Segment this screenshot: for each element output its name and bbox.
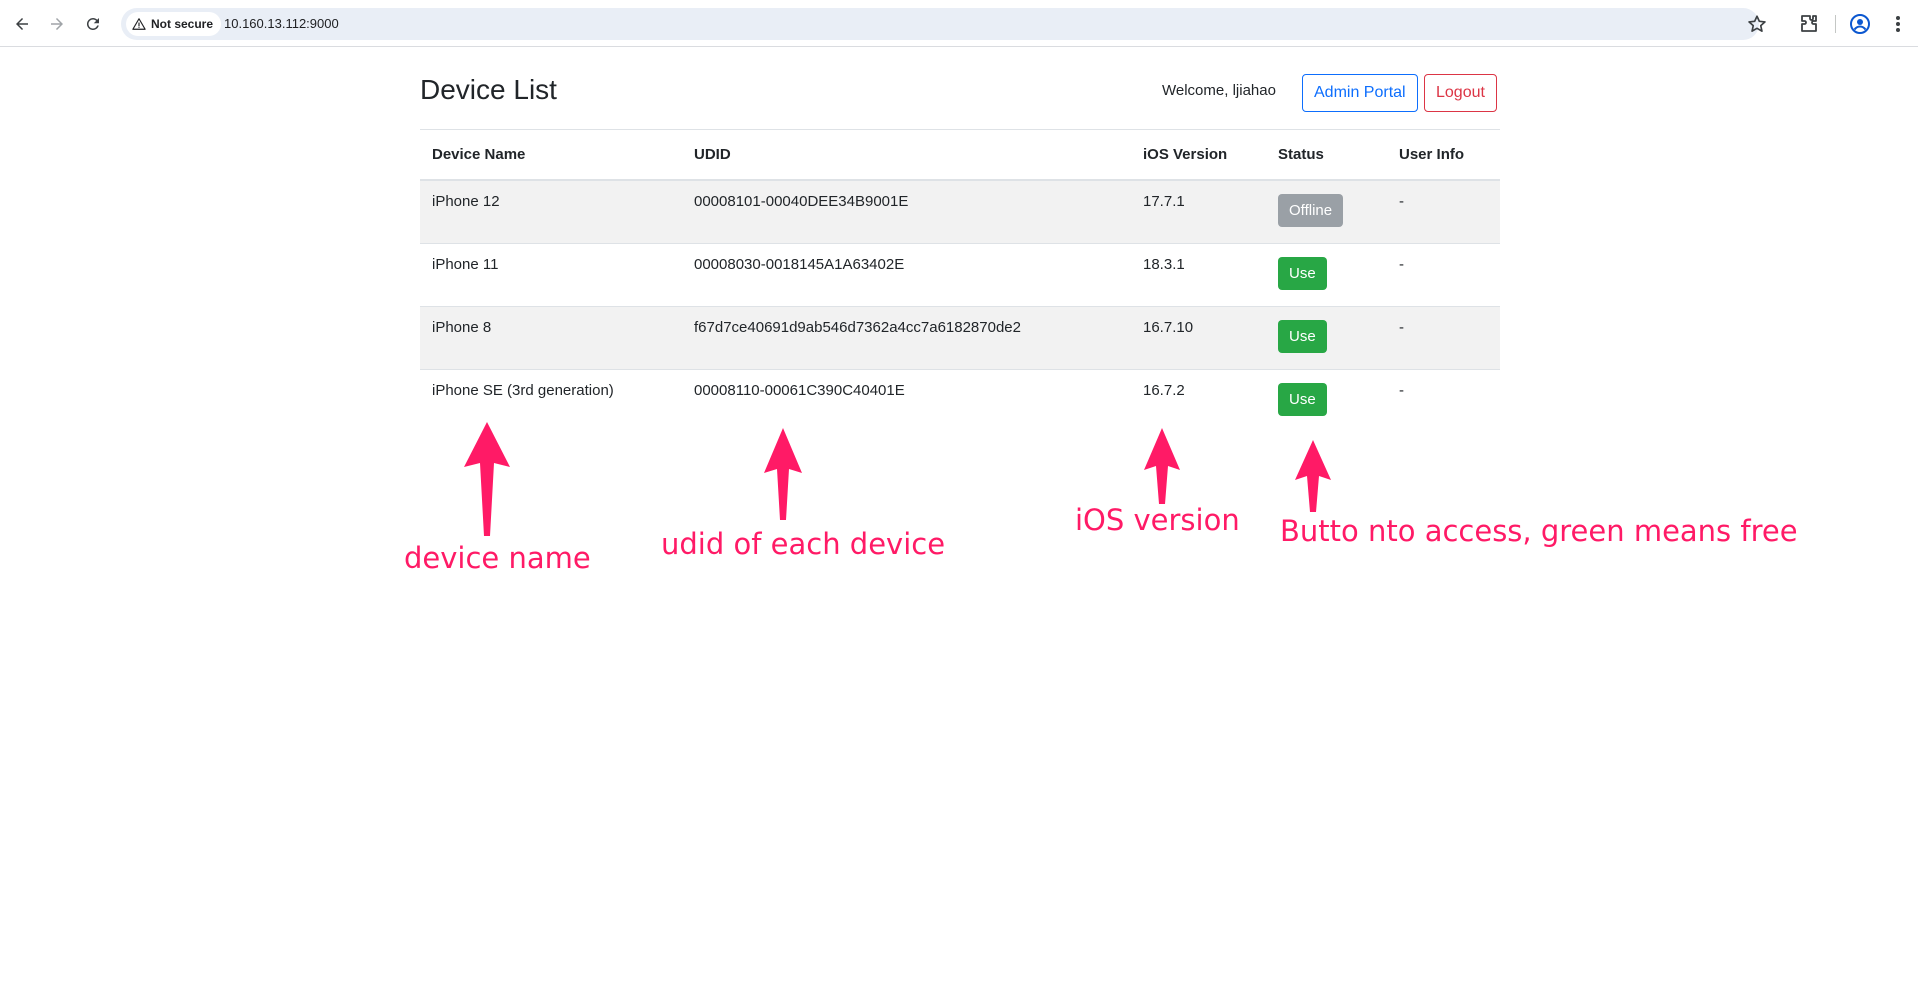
use-button[interactable]: Use: [1278, 319, 1327, 353]
page-title: Device List: [420, 74, 557, 105]
annotation-udid: udid of each device: [661, 527, 946, 561]
ios-version-cell: 16.7.10: [1131, 306, 1266, 370]
status-cell: Offline: [1266, 180, 1387, 244]
column-header-device-name: Device Name: [420, 130, 682, 181]
table-row: iPhone SE (3rd generation) 00008110-0006…: [420, 369, 1500, 432]
user-info-cell: -: [1387, 180, 1500, 244]
ios-version-cell: 17.7.1: [1131, 180, 1266, 244]
annotation-arrow-udid: [764, 428, 802, 520]
url-text[interactable]: 10.160.13.112:9000: [224, 16, 339, 31]
profile-icon[interactable]: [1848, 12, 1872, 36]
device-name-cell: iPhone 8: [420, 306, 682, 370]
back-arrow-icon: [16, 18, 28, 30]
udid-cell: 00008110-00061C390C40401E: [694, 381, 905, 399]
annotation-device-name: device name: [404, 541, 591, 575]
status-cell: Use: [1266, 306, 1387, 370]
annotation-arrow-ios-version: [1144, 428, 1180, 504]
browser-toolbar: Not secure 10.160.13.112:9000: [0, 0, 1918, 47]
kebab-menu-icon[interactable]: [1888, 12, 1908, 36]
address-bar[interactable]: Not secure 10.160.13.112:9000: [121, 8, 1759, 40]
back-button[interactable]: [9, 11, 35, 37]
reload-button[interactable]: [80, 11, 106, 37]
udid-cell: 00008030-0018145A1A63402E: [682, 243, 1131, 307]
user-info-cell: -: [1399, 381, 1404, 399]
column-header-ios-version: iOS Version: [1131, 130, 1266, 181]
column-header-user-info: User Info: [1387, 130, 1500, 181]
use-button[interactable]: Use: [1278, 256, 1327, 290]
toolbar-divider: [1835, 15, 1836, 33]
bookmark-star-icon[interactable]: [1746, 13, 1768, 35]
udid-cell: 00008101-00040DEE34B9001E: [682, 180, 1131, 244]
annotation-arrow-device-name: [464, 422, 510, 536]
annotation-status: Butto nto access, green means free: [1280, 514, 1798, 548]
warning-icon: [132, 18, 146, 30]
welcome-text: Welcome, ljiahao: [1162, 82, 1276, 99]
table-row: iPhone 11 00008030-0018145A1A63402E 18.3…: [420, 243, 1500, 307]
device-name-cell: iPhone SE (3rd generation): [432, 381, 614, 399]
table-row: iPhone 12 00008101-00040DEE34B9001E 17.7…: [420, 180, 1500, 244]
ios-version-cell: 16.7.2: [1143, 381, 1185, 399]
logout-button[interactable]: Logout: [1424, 74, 1497, 112]
device-table: Device Name UDID iOS Version Status User…: [420, 130, 1500, 432]
forward-arrow-icon: [51, 18, 63, 30]
reload-icon: [86, 17, 99, 30]
forward-button[interactable]: [44, 11, 70, 37]
ios-version-cell: 18.3.1: [1131, 243, 1266, 307]
status-cell: Use: [1266, 243, 1387, 307]
status-cell: Use: [1266, 369, 1387, 432]
column-header-status: Status: [1266, 130, 1387, 181]
column-header-udid: UDID: [682, 130, 1131, 181]
page-header: Device List Welcome, ljiahao Admin Porta…: [420, 47, 1500, 130]
offline-button[interactable]: Offline: [1278, 194, 1344, 227]
page-container: Device List Welcome, ljiahao Admin Porta…: [420, 47, 1500, 432]
extensions-icon[interactable]: [1797, 12, 1821, 36]
use-button[interactable]: Use: [1278, 382, 1327, 416]
user-info-cell: -: [1387, 306, 1500, 370]
device-name-cell: iPhone 11: [420, 243, 682, 307]
table-row: iPhone 8 f67d7ce40691d9ab546d7362a4cc7a6…: [420, 306, 1500, 370]
device-name-cell: iPhone 12: [420, 180, 682, 244]
annotation-arrow-status: [1295, 440, 1331, 512]
table-header-row: Device Name UDID iOS Version Status User…: [420, 130, 1500, 181]
admin-portal-button[interactable]: Admin Portal: [1302, 74, 1418, 112]
user-info-cell: -: [1387, 243, 1500, 307]
security-label: Not secure: [151, 17, 214, 31]
udid-cell: f67d7ce40691d9ab546d7362a4cc7a6182870de2: [682, 306, 1131, 370]
annotation-ios-version: iOS version: [1075, 503, 1240, 537]
security-chip[interactable]: Not secure: [126, 12, 222, 36]
